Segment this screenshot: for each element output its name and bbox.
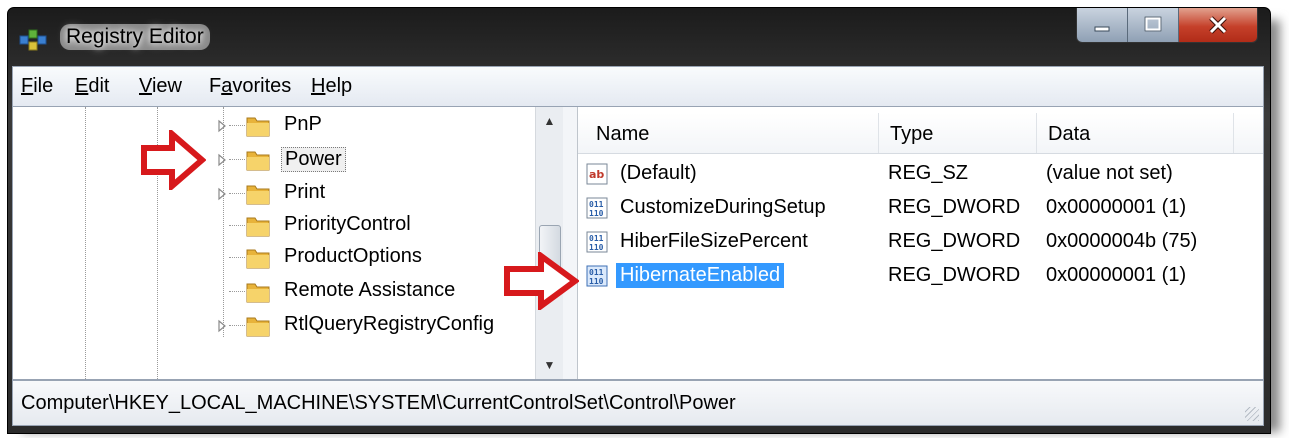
value-data: 0x00000001 (1): [1046, 196, 1187, 218]
scroll-down-arrow-icon[interactable]: ▼: [536, 351, 563, 379]
folder-icon: [246, 217, 270, 237]
tree-guide-line: [223, 107, 224, 337]
value-type: REG_DWORD: [888, 264, 1021, 286]
svg-text:011: 011: [589, 268, 604, 277]
column-divider[interactable]: [878, 113, 879, 153]
key-tree-pane[interactable]: PnP Power Print PriorityControl ProductO…: [13, 107, 564, 379]
maximize-button[interactable]: [1128, 8, 1179, 42]
value-name: HibernateEnabled: [616, 263, 785, 288]
maximize-icon: [1144, 16, 1162, 32]
tree-item-label: Power: [281, 147, 346, 172]
svg-text:110: 110: [589, 243, 604, 252]
window-title: Registry Editor: [60, 24, 210, 50]
value-type: REG_DWORD: [888, 230, 1021, 252]
minimize-button[interactable]: [1077, 8, 1128, 42]
pane-splitter[interactable]: [563, 107, 578, 379]
tree-connector: [229, 193, 245, 194]
column-header-name[interactable]: Name: [596, 123, 649, 146]
expand-arrow-icon[interactable]: [217, 153, 227, 167]
minimize-icon: [1094, 26, 1110, 32]
value-type: REG_SZ: [888, 162, 969, 184]
tree-item-label: Print: [284, 181, 326, 203]
column-divider[interactable]: [1233, 113, 1234, 153]
folder-icon: [246, 283, 270, 303]
menu-favorites[interactable]: Favorites: [209, 75, 291, 98]
folder-icon: [246, 117, 270, 137]
tree-vertical-scrollbar[interactable]: ▲ ▼: [535, 107, 563, 379]
svg-text:011: 011: [589, 234, 604, 243]
value-row-hibernateenabled[interactable]: 011 110 HibernateEnabled REG_DWORD 0x0000…: [578, 259, 1263, 293]
folder-icon: [246, 317, 270, 337]
expand-arrow-icon[interactable]: [217, 319, 227, 333]
binary-value-icon: 011110: [586, 197, 608, 219]
value-name: CustomizeDuringSetup: [620, 196, 826, 218]
value-name: (Default): [620, 162, 697, 184]
tree-item-label: RtlQueryRegistryConfig: [284, 313, 495, 335]
column-header-type[interactable]: Type: [890, 123, 933, 146]
menu-bar: File Edit View Favorites Help: [12, 66, 1264, 108]
window-controls: [1076, 8, 1258, 43]
annotation-arrow-icon: [141, 130, 206, 190]
menu-edit[interactable]: Edit: [75, 75, 109, 98]
value-name: HiberFileSizePercent: [620, 230, 808, 252]
column-divider[interactable]: [1036, 113, 1037, 153]
tree-item-label: Remote Assistance: [284, 279, 456, 301]
menu-file[interactable]: File: [21, 75, 53, 98]
folder-icon: [246, 249, 270, 269]
list-header: Name Type Data: [578, 113, 1263, 154]
tree-connector: [229, 159, 245, 160]
menu-view[interactable]: View: [139, 75, 182, 98]
value-row[interactable]: 011 110 HiberFileSizePercent REG_DWORD 0x…: [578, 225, 1263, 259]
scroll-up-arrow-icon[interactable]: ▲: [536, 107, 563, 135]
status-bar: Computer\HKEY_LOCAL_MACHINE\SYSTEM\Curre…: [12, 380, 1264, 426]
tree-item-label: PnP: [284, 113, 322, 135]
folder-icon: [246, 151, 270, 171]
expand-arrow-icon[interactable]: [217, 187, 227, 201]
registry-editor-icon: [19, 29, 47, 51]
binary-value-icon: 011110: [586, 231, 608, 253]
resize-grip-icon[interactable]: [1245, 407, 1259, 421]
folder-icon: [246, 185, 270, 205]
value-type: REG_DWORD: [888, 196, 1021, 218]
tree-guide-line: [85, 107, 86, 379]
tree-connector: [229, 257, 245, 258]
value-data: 0x00000001 (1): [1046, 264, 1187, 286]
values-list-pane[interactable]: Name Type Data ab (Default) REG_SZ (valu…: [578, 107, 1263, 379]
value-data: (value not set): [1046, 162, 1173, 184]
registry-path: Computer\HKEY_LOCAL_MACHINE\SYSTEM\Curre…: [21, 392, 736, 414]
value-row[interactable]: 011 110 CustomizeDuringSetup REG_DWORD 0x…: [578, 191, 1263, 225]
tree-connector: [229, 325, 245, 326]
close-button[interactable]: [1179, 8, 1257, 42]
title-bar[interactable]: Registry Editor: [8, 8, 1270, 64]
tree-connector: [229, 225, 245, 226]
registry-editor-window: Registry Editor File Edit View Favorites…: [7, 7, 1271, 434]
svg-text:110: 110: [589, 277, 604, 286]
svg-text:ab: ab: [589, 168, 604, 181]
svg-text:110: 110: [589, 209, 604, 218]
expand-arrow-icon[interactable]: [217, 119, 227, 133]
tree-item-label: ProductOptions: [284, 245, 422, 267]
tree-connector: [229, 291, 245, 292]
annotation-arrow-icon: [504, 252, 579, 310]
close-icon: [1209, 16, 1227, 34]
svg-text:011: 011: [589, 200, 604, 209]
tree-connector: [229, 125, 245, 126]
string-value-icon: ab: [586, 163, 608, 185]
menu-help[interactable]: Help: [311, 75, 352, 98]
tree-item-label: PriorityControl: [284, 213, 411, 235]
value-data: 0x0000004b (75): [1046, 230, 1198, 252]
column-header-data[interactable]: Data: [1048, 123, 1090, 146]
binary-value-icon: 011110: [586, 265, 608, 287]
value-row[interactable]: ab (Default) REG_SZ (value not set): [578, 157, 1263, 191]
